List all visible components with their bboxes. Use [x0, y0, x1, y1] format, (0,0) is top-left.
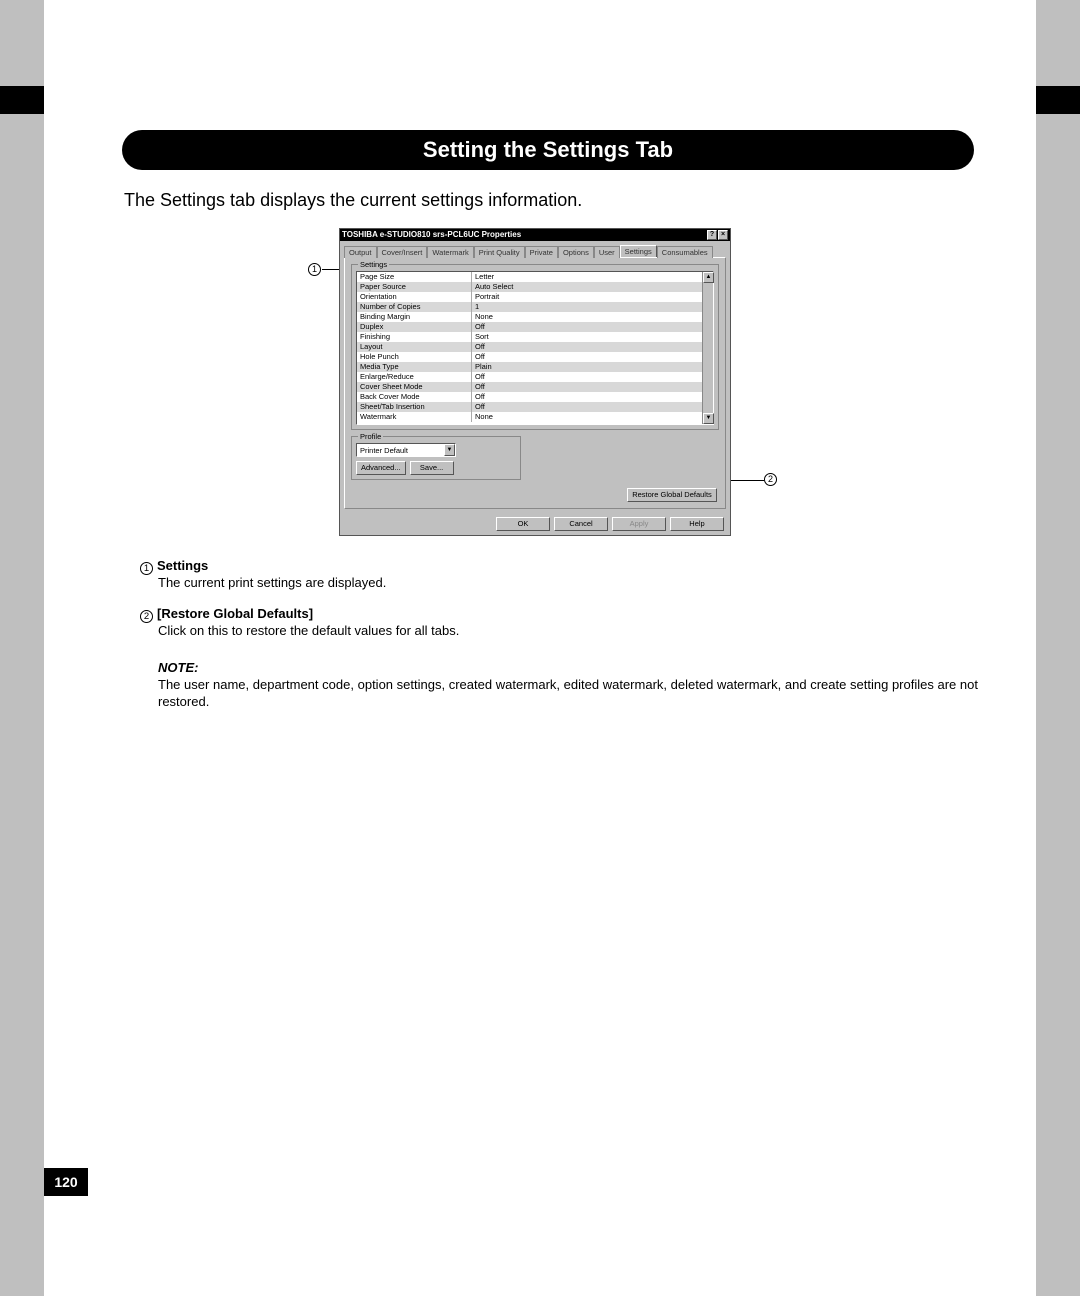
settings-row-name: Binding Margin: [357, 312, 472, 322]
dialog-tab-strip: OutputCover/InsertWatermarkPrint Quality…: [344, 245, 726, 257]
tab-options[interactable]: Options: [558, 246, 594, 258]
tab-content: Settings Page SizeLetterPaper SourceAuto…: [344, 257, 726, 509]
settings-row-value: None: [472, 412, 713, 422]
settings-listbox[interactable]: Page SizeLetterPaper SourceAuto SelectOr…: [356, 271, 714, 425]
profile-fieldset-label: Profile: [358, 432, 383, 441]
note-body: The user name, department code, option s…: [158, 677, 978, 711]
settings-row-value: Sort: [472, 332, 713, 342]
callout-1: 1: [308, 263, 321, 276]
settings-row-value: Off: [472, 402, 713, 412]
apply-button[interactable]: Apply: [612, 517, 666, 531]
settings-row-value: Auto Select: [472, 282, 713, 292]
settings-row-name: Duplex: [357, 322, 472, 332]
settings-row-name: Media Type: [357, 362, 472, 372]
tab-settings[interactable]: Settings: [620, 245, 657, 257]
desc-1-title: Settings: [157, 558, 208, 573]
settings-row-value: Off: [472, 352, 713, 362]
desc-2-body: Click on this to restore the default val…: [158, 623, 459, 640]
page-number: 120: [44, 1168, 88, 1196]
desc-1: 1 Settings The current print settings are…: [140, 558, 386, 592]
settings-row-name: Page Size: [357, 272, 472, 282]
tab-cover-insert[interactable]: Cover/Insert: [377, 246, 428, 258]
settings-row-value: Off: [472, 392, 713, 402]
settings-row-name: Cover Sheet Mode: [357, 382, 472, 392]
settings-scrollbar[interactable]: ▲ ▼: [702, 272, 713, 424]
titlebar-close-button[interactable]: ×: [718, 230, 728, 240]
desc-1-body: The current print settings are displayed…: [158, 575, 386, 592]
settings-row: Back Cover ModeOff: [357, 392, 713, 402]
document-page: Setting the Settings Tab The Settings ta…: [44, 0, 1036, 1296]
tab-print-quality[interactable]: Print Quality: [474, 246, 525, 258]
cancel-button[interactable]: Cancel: [554, 517, 608, 531]
restore-global-defaults-button[interactable]: Restore Global Defaults: [627, 488, 717, 502]
tab-watermark[interactable]: Watermark: [427, 246, 473, 258]
settings-row: FinishingSort: [357, 332, 713, 342]
profile-fieldset: Profile Printer Default ▼ Advanced... Sa…: [351, 436, 521, 480]
settings-row: Sheet/Tab InsertionOff: [357, 402, 713, 412]
restore-row: Restore Global Defaults: [351, 486, 719, 502]
settings-row-name: Orientation: [357, 292, 472, 302]
save-profile-button[interactable]: Save...: [410, 461, 454, 475]
advanced-button[interactable]: Advanced...: [356, 461, 406, 475]
settings-row-value: 1: [472, 302, 713, 312]
settings-row-name: Paper Source: [357, 282, 472, 292]
scroll-down-button[interactable]: ▼: [703, 413, 714, 424]
settings-fieldset-label: Settings: [358, 260, 389, 269]
settings-row: Cover Sheet ModeOff: [357, 382, 713, 392]
settings-row-name: Watermark: [357, 412, 472, 422]
properties-dialog: TOSHIBA e-STUDIO810 srs-PCL6UC Propertie…: [339, 228, 731, 536]
settings-row: OrientationPortrait: [357, 292, 713, 302]
settings-row: WatermarkNone: [357, 412, 713, 422]
settings-row-value: None: [472, 312, 713, 322]
note-label: NOTE:: [158, 660, 978, 677]
callout-2: 2: [764, 473, 777, 486]
settings-row: Media TypePlain: [357, 362, 713, 372]
profile-select[interactable]: Printer Default ▼: [356, 443, 456, 457]
settings-row: Paper SourceAuto Select: [357, 282, 713, 292]
settings-row-name: Number of Copies: [357, 302, 472, 312]
settings-row-name: Hole Punch: [357, 352, 472, 362]
ok-button[interactable]: OK: [496, 517, 550, 531]
note-block: NOTE: The user name, department code, op…: [158, 660, 978, 711]
tab-consumables[interactable]: Consumables: [657, 246, 713, 258]
dialog-bottom-buttons: OK Cancel Apply Help: [340, 513, 730, 535]
profile-selected-value: Printer Default: [360, 446, 408, 455]
chevron-down-icon[interactable]: ▼: [444, 444, 455, 456]
settings-row: Number of Copies1: [357, 302, 713, 312]
section-title: Setting the Settings Tab: [122, 130, 974, 170]
settings-row-value: Off: [472, 372, 713, 382]
help-button[interactable]: Help: [670, 517, 724, 531]
dialog-titlebar: TOSHIBA e-STUDIO810 srs-PCL6UC Propertie…: [340, 229, 730, 241]
settings-row-name: Enlarge/Reduce: [357, 372, 472, 382]
settings-row-value: Off: [472, 322, 713, 332]
desc-2-number: 2: [140, 610, 153, 623]
titlebar-help-button[interactable]: ?: [707, 230, 717, 240]
settings-row-value: Off: [472, 382, 713, 392]
settings-row-value: Off: [472, 342, 713, 352]
settings-row-value: Letter: [472, 272, 713, 282]
intro-text: The Settings tab displays the current se…: [124, 190, 582, 211]
desc-2: 2 [Restore Global Defaults] Click on this…: [140, 606, 459, 640]
settings-row-name: Sheet/Tab Insertion: [357, 402, 472, 412]
settings-row: Hole PunchOff: [357, 352, 713, 362]
settings-row: Page SizeLetter: [357, 272, 713, 282]
settings-fieldset: Settings Page SizeLetterPaper SourceAuto…: [351, 264, 719, 430]
desc-2-title: [Restore Global Defaults]: [157, 606, 313, 621]
desc-1-number: 1: [140, 562, 153, 575]
settings-row-name: Layout: [357, 342, 472, 352]
tab-output[interactable]: Output: [344, 246, 377, 258]
settings-row-value: Portrait: [472, 292, 713, 302]
tab-user[interactable]: User: [594, 246, 620, 258]
settings-row: LayoutOff: [357, 342, 713, 352]
dialog-title: TOSHIBA e-STUDIO810 srs-PCL6UC Propertie…: [342, 229, 521, 241]
settings-row-name: Back Cover Mode: [357, 392, 472, 402]
settings-row-value: Plain: [472, 362, 713, 372]
settings-row-name: Finishing: [357, 332, 472, 342]
settings-row: Binding MarginNone: [357, 312, 713, 322]
settings-row: Enlarge/ReduceOff: [357, 372, 713, 382]
settings-row: DuplexOff: [357, 322, 713, 332]
tab-private[interactable]: Private: [525, 246, 558, 258]
scroll-up-button[interactable]: ▲: [703, 272, 714, 283]
